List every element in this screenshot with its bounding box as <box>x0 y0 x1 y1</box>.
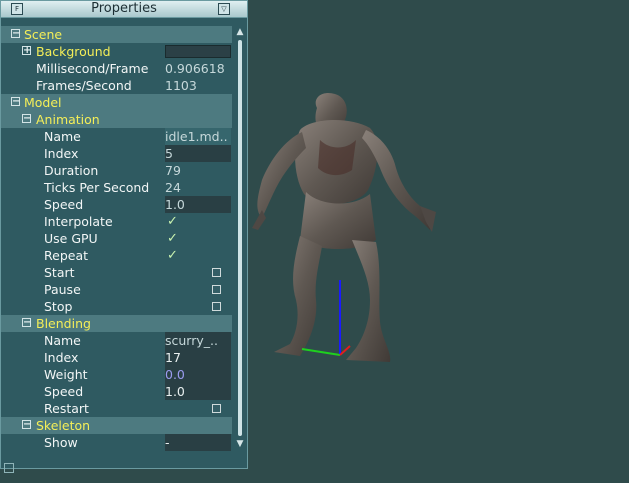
section-model-label: Model <box>24 95 62 110</box>
restart-button[interactable] <box>212 404 221 413</box>
interpolate-row[interactable]: Interpolate ✓ <box>1 213 232 230</box>
panel-scrollbar[interactable]: ▲ ▼ <box>234 26 246 451</box>
blend-name-row[interactable]: Name scurry_.. <box>1 332 232 349</box>
stop-button[interactable] <box>212 302 221 311</box>
scroll-thumb[interactable] <box>238 40 242 436</box>
animation-duration-value: 79 <box>165 163 181 178</box>
ms-frame-label: Millisecond/Frame <box>36 61 149 76</box>
interpolate-checkmark[interactable]: ✓ <box>167 213 178 230</box>
resize-grip-icon[interactable] <box>4 463 14 473</box>
collapse-animation-icon[interactable]: − <box>22 114 31 124</box>
animation-name-row[interactable]: Name idle1.md.. <box>1 128 232 145</box>
prop-label: Pause <box>44 282 81 297</box>
scroll-up-icon[interactable]: ▲ <box>234 26 246 38</box>
section-blending-label: Blending <box>36 316 91 331</box>
blend-speed-row[interactable]: Speed 1.0 <box>1 383 232 400</box>
blend-weight-field[interactable]: 0.0 <box>165 366 231 383</box>
use-gpu-row[interactable]: Use GPU ✓ <box>1 230 232 247</box>
prop-label: Index <box>44 350 79 365</box>
collapse-icon[interactable]: ▽ <box>218 3 230 15</box>
animation-speed-field[interactable]: 1.0 <box>165 196 231 213</box>
prop-label: Name <box>44 333 81 348</box>
prop-label: Restart <box>44 401 89 416</box>
background-row[interactable]: + Background <box>1 43 232 60</box>
prop-label: Duration <box>44 163 99 178</box>
section-animation-label: Animation <box>36 112 100 127</box>
blend-weight-row[interactable]: Weight 0.0 <box>1 366 232 383</box>
background-label: Background <box>36 44 111 59</box>
collapse-scene-icon[interactable]: − <box>11 29 20 39</box>
blend-name-field[interactable]: scurry_.. <box>165 332 231 349</box>
animation-tps-row: Ticks Per Second 24 <box>1 179 232 196</box>
collapse-blending-icon[interactable]: − <box>22 318 31 328</box>
animation-name-field[interactable]: idle1.md.. <box>165 128 231 145</box>
section-skeleton[interactable]: − Skeleton <box>1 417 232 434</box>
animation-duration-row: Duration 79 <box>1 162 232 179</box>
blend-index-row[interactable]: Index 17 <box>1 349 232 366</box>
prop-label: Weight <box>44 367 88 382</box>
prop-label: Name <box>44 129 81 144</box>
panel-title: Properties <box>91 1 157 16</box>
prop-label: Repeat <box>44 248 89 263</box>
collapse-skeleton-icon[interactable]: − <box>22 420 31 430</box>
section-animation[interactable]: − Animation <box>1 111 232 128</box>
scroll-down-icon[interactable]: ▼ <box>234 438 246 450</box>
pause-row[interactable]: Pause <box>1 281 232 298</box>
animation-index-row[interactable]: Index 5 <box>1 145 232 162</box>
prop-label: Speed <box>44 384 84 399</box>
collapse-model-icon[interactable]: − <box>11 97 20 107</box>
x-axis-gizmo <box>301 348 341 356</box>
creature-model <box>252 92 436 362</box>
animation-speed-row[interactable]: Speed 1.0 <box>1 196 232 213</box>
prop-label: Index <box>44 146 79 161</box>
stop-row[interactable]: Stop <box>1 298 232 315</box>
section-skeleton-label: Skeleton <box>36 418 91 433</box>
expand-background-icon[interactable]: + <box>22 46 31 56</box>
blend-index-field[interactable]: 17 <box>165 349 231 366</box>
repeat-checkmark[interactable]: ✓ <box>167 247 178 264</box>
blend-speed-field[interactable]: 1.0 <box>165 383 231 400</box>
section-scene-label: Scene <box>24 27 63 42</box>
background-color-swatch[interactable] <box>165 45 231 58</box>
fps-value: 1103 <box>165 78 197 93</box>
fps-label: Frames/Second <box>36 78 132 93</box>
animation-tps-value: 24 <box>165 180 181 195</box>
prop-label: Start <box>44 265 75 280</box>
prop-label: Show <box>44 435 78 450</box>
pause-button[interactable] <box>212 285 221 294</box>
start-button[interactable] <box>212 268 221 277</box>
repeat-row[interactable]: Repeat ✓ <box>1 247 232 264</box>
section-model[interactable]: − Model <box>1 94 232 111</box>
blend-restart-row[interactable]: Restart <box>1 400 232 417</box>
prop-label: Ticks Per Second <box>44 180 150 195</box>
section-blending[interactable]: − Blending <box>1 315 232 332</box>
animation-index-field[interactable]: 5 <box>165 145 231 162</box>
fps-row: Frames/Second 1103 <box>1 77 232 94</box>
prop-label: Speed <box>44 197 84 212</box>
prop-label: Stop <box>44 299 73 314</box>
ms-frame-row: Millisecond/Frame 0.906618 <box>1 60 232 77</box>
use-gpu-checkmark[interactable]: ✓ <box>167 230 178 247</box>
skeleton-show-row[interactable]: Show - <box>1 434 232 451</box>
prop-label: Use GPU <box>44 231 98 246</box>
properties-panel: F Properties ▽ − Scene + Background Mill… <box>0 0 248 473</box>
panel-titlebar[interactable]: F Properties ▽ <box>1 1 247 18</box>
start-row[interactable]: Start <box>1 264 232 281</box>
skeleton-show-dropdown[interactable]: - <box>165 434 231 451</box>
z-axis-gizmo <box>339 345 351 356</box>
ms-frame-value: 0.906618 <box>165 61 225 76</box>
3d-viewport[interactable] <box>250 0 629 479</box>
section-scene[interactable]: − Scene <box>1 26 232 43</box>
prop-label: Interpolate <box>44 214 113 229</box>
